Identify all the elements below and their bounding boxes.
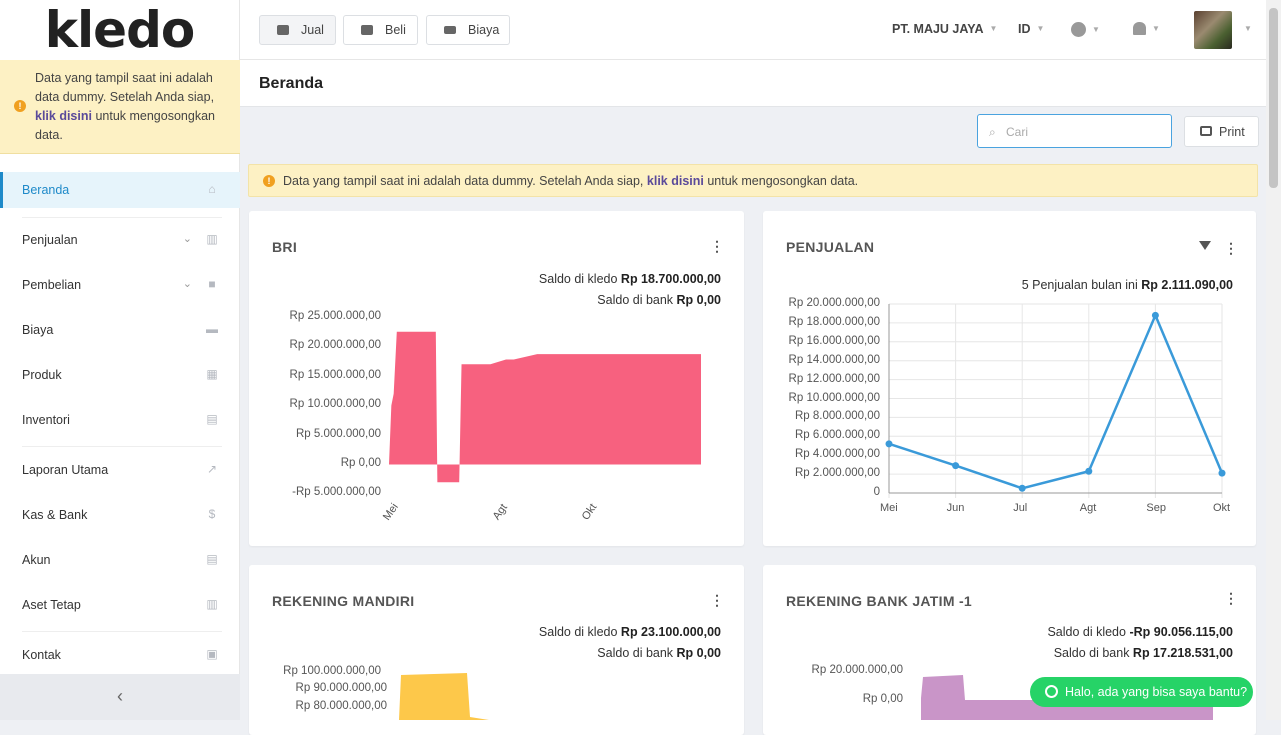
caret-down-icon: ▼	[1092, 25, 1100, 34]
chevron-left-icon: ‹	[117, 686, 123, 706]
caret-down-icon: ▼	[1152, 24, 1160, 33]
mandiri-card: REKENING MANDIRI ⋮ Saldo di kledo Rp 23.…	[249, 565, 744, 735]
dummy-data-notice: ! Data yang tampil saat ini adalah data …	[0, 60, 240, 154]
bri-area	[389, 331, 701, 483]
whatsapp-icon	[1045, 685, 1058, 698]
caret-down-icon: ▼	[989, 24, 998, 33]
mandiri-balance-chart	[399, 673, 489, 720]
sidebar-item-penjualan[interactable]: Penjualan ⌄ ▥	[0, 222, 240, 258]
main-dummy-data-notice: ! Data yang tampil saat ini adalah data …	[248, 164, 1258, 197]
chart-line-icon: ↗	[206, 462, 218, 476]
sidebar-item-inventori[interactable]: Inventori ▤	[0, 402, 240, 438]
sidebar-item-beranda[interactable]: Beranda ⌂	[0, 172, 240, 208]
sales-line	[888, 312, 1224, 490]
contact-card-icon: ▣	[206, 647, 218, 661]
warning-icon: !	[14, 100, 26, 112]
boxes-icon: ▦	[206, 367, 218, 381]
page-scrollbar[interactable]	[1266, 0, 1281, 720]
sales-point	[1085, 467, 1093, 475]
clear-dummy-data-link[interactable]: klik disini	[35, 109, 92, 123]
language-selector[interactable]: ID ▼	[1018, 22, 1044, 36]
warning-icon: !	[263, 175, 275, 187]
sidebar-collapse-button[interactable]: ‹	[0, 674, 240, 720]
page-title: Beranda	[259, 75, 324, 92]
clear-dummy-data-link[interactable]: klik disini	[647, 174, 704, 188]
home-icon: ⌂	[208, 182, 216, 196]
caret-down-icon: ▼	[1036, 24, 1045, 33]
bri-balance-chart	[389, 331, 701, 483]
biaya-button[interactable]: Biaya	[426, 15, 510, 45]
basket-icon: ▥	[206, 232, 218, 246]
kledo-logo[interactable]: kledo	[0, 0, 239, 60]
top-bar: Jual Beli Biaya PT. MAJU JAYA ▼ ID ▼ ▼ ▼ ▼	[240, 0, 1266, 60]
bell-icon	[1133, 22, 1146, 35]
avatar[interactable]	[1194, 11, 1232, 49]
bag-icon	[361, 25, 373, 35]
sidebar-item-produk[interactable]: Produk ▦	[0, 357, 240, 393]
warehouse-icon: ▤	[206, 412, 218, 426]
chevron-down-icon: ⌄	[182, 233, 192, 245]
whatsapp-chat-button[interactable]: Halo, ada yang bisa saya bantu?	[1030, 677, 1253, 707]
page-header: Beranda	[240, 60, 1266, 107]
beli-button[interactable]: Beli	[343, 15, 418, 45]
list-icon: ▤	[206, 552, 218, 566]
jatim-card: REKENING BANK JATIM -1 ⋮ Saldo di kledo …	[763, 565, 1256, 735]
bri-card: BRI ⋮ Saldo di kledo Rp 18.700.000,00 Sa…	[249, 211, 744, 546]
sales-line-chart	[885, 303, 1226, 498]
sales-point	[1018, 484, 1026, 492]
notification-menu[interactable]: ▼	[1133, 22, 1160, 36]
dollar-icon: $	[208, 507, 216, 521]
search-icon: ⌕	[989, 125, 996, 139]
card-icon: ▬	[206, 322, 218, 336]
sales-point	[1218, 469, 1226, 477]
card-icon	[444, 26, 456, 34]
chevron-down-icon: ⌄	[182, 278, 192, 290]
mandiri-area	[399, 673, 489, 720]
sidebar-item-aset-tetap[interactable]: Aset Tetap ▥	[0, 587, 240, 623]
search-input[interactable]: ⌕ Cari	[977, 114, 1172, 148]
caret-down-icon[interactable]: ▼	[1244, 24, 1252, 33]
printer-icon	[1200, 126, 1212, 136]
sidebar-item-laporan-utama[interactable]: Laporan Utama ↗	[0, 452, 240, 488]
jual-button[interactable]: Jual	[259, 15, 336, 45]
penjualan-card: PENJUALAN ⋮ 5 Penjualan bulan ini Rp 2.1…	[763, 211, 1256, 546]
sales-point	[885, 440, 893, 448]
print-button[interactable]: Print	[1184, 116, 1259, 147]
sidebar-item-pembelian[interactable]: Pembelian ⌄ ■	[0, 267, 240, 303]
sidebar-item-akun[interactable]: Akun ▤	[0, 542, 240, 578]
company-selector[interactable]: PT. MAJU JAYA ▼	[892, 22, 997, 36]
sidebar: kledo ! Data yang tampil saat ini adalah…	[0, 0, 240, 720]
basket-icon	[277, 25, 289, 35]
clock-icon	[1071, 22, 1086, 37]
sales-point	[952, 462, 960, 470]
bag-icon: ■	[208, 277, 216, 291]
history-menu[interactable]: ▼	[1071, 22, 1100, 37]
jatim-balance-chart	[921, 675, 1213, 720]
scrollbar-thumb[interactable]	[1269, 8, 1278, 188]
sidebar-item-kas-bank[interactable]: Kas & Bank $	[0, 497, 240, 533]
sidebar-item-kontak[interactable]: Kontak ▣	[0, 637, 240, 673]
sidebar-item-biaya[interactable]: Biaya ▬	[0, 312, 240, 348]
building-icon: ▥	[206, 597, 218, 611]
sales-point	[1151, 311, 1159, 319]
